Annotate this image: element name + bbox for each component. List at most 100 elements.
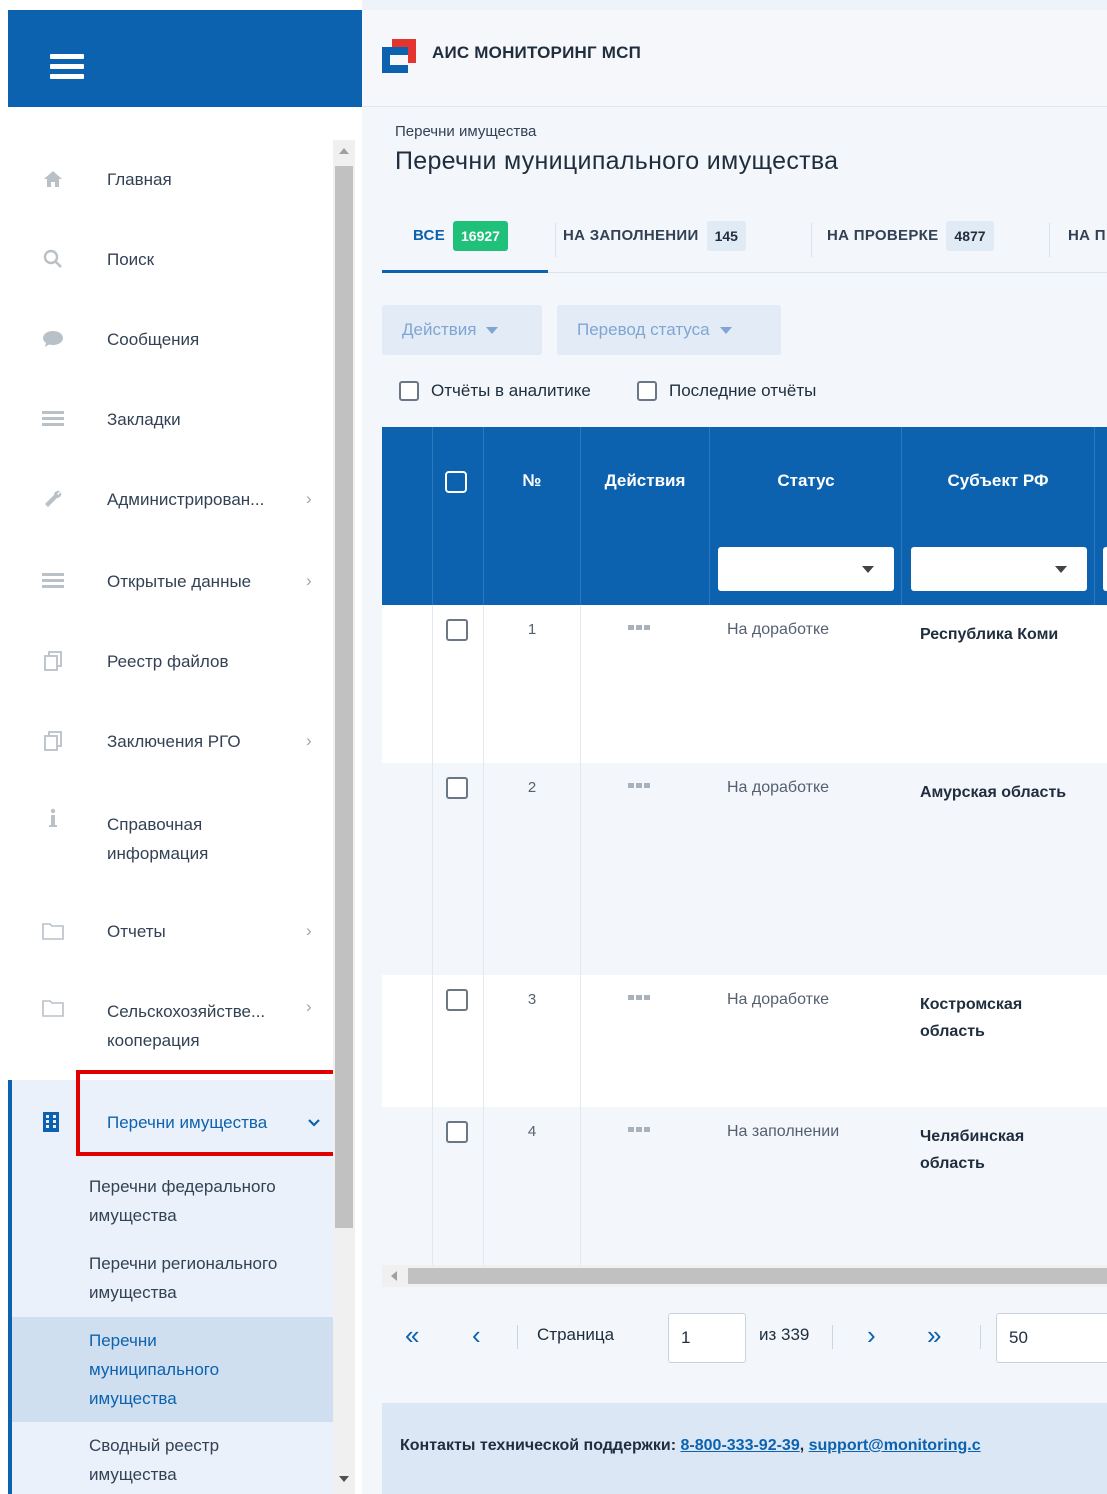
- row-checkbox[interactable]: [446, 619, 468, 641]
- tab-count-badge: 16927: [453, 221, 508, 251]
- tab-divider: [555, 223, 556, 257]
- table-row[interactable]: 3 На доработке Костромская область: [382, 975, 1107, 1107]
- folder-icon: [42, 920, 64, 942]
- row-checkbox[interactable]: [446, 777, 468, 799]
- sidebar-subitem-municipal[interactable]: Перечни муниципального имущества: [8, 1317, 333, 1422]
- next-page-icon[interactable]: ›: [867, 1315, 876, 1355]
- main-area: АИС МОНИТОРИНГ МСП Перечни имущества Пер…: [362, 0, 1107, 1494]
- subject-filter-select[interactable]: [911, 547, 1087, 591]
- more-actions-icon[interactable]: [628, 625, 652, 633]
- table-row[interactable]: 4 На заполнении Челябинская область: [382, 1107, 1107, 1267]
- tab-label: НА ПРОВЕРКЕ: [827, 227, 939, 244]
- checkbox[interactable]: [637, 381, 657, 401]
- actions-dropdown[interactable]: Действия: [382, 305, 542, 355]
- tab-review[interactable]: НА ПРОВЕРКЕ 4877: [827, 217, 994, 273]
- list-icon: [42, 408, 64, 430]
- tab-count-badge: 145: [706, 221, 746, 251]
- column-divider: [709, 427, 710, 605]
- last-reports-checkbox[interactable]: Последние отчёты: [637, 381, 816, 401]
- page-label: Страница: [537, 1325, 615, 1344]
- caret-down-icon: [1055, 566, 1067, 573]
- first-page-icon[interactable]: «: [405, 1315, 419, 1355]
- tab-all[interactable]: ВСЕ 16927: [382, 217, 548, 273]
- sidebar-item-search[interactable]: Поиск: [8, 231, 333, 287]
- scrollbar-thumb[interactable]: [335, 166, 353, 1228]
- support-email-link[interactable]: support@monitoring.c: [809, 1437, 981, 1454]
- row-status: На доработке: [727, 779, 830, 796]
- checkbox[interactable]: [399, 381, 419, 401]
- scrollbar-thumb[interactable]: [408, 1268, 1107, 1284]
- sidebar-item-agri-cooperation[interactable]: Сельскохозяйстве... кооперация ›: [8, 983, 333, 1067]
- search-icon: [42, 248, 64, 270]
- row-checkbox[interactable]: [446, 1121, 468, 1143]
- sidebar-subitem-label: Сводный реестр имущества: [89, 1436, 220, 1484]
- support-phone-link[interactable]: 8-800-333-92-39: [681, 1437, 800, 1454]
- menu-icon[interactable]: [50, 54, 84, 80]
- more-actions-icon[interactable]: [628, 1127, 652, 1135]
- last-page-icon[interactable]: »: [927, 1315, 941, 1355]
- table-horizontal-scrollbar[interactable]: [382, 1265, 1107, 1287]
- sidebar-item-rgo-conclusions[interactable]: Заключения РГО ›: [8, 713, 333, 769]
- chat-icon: [42, 328, 64, 350]
- column-header-num[interactable]: №: [484, 471, 580, 491]
- row-checkbox[interactable]: [446, 989, 468, 1011]
- more-actions-icon[interactable]: [628, 995, 652, 1003]
- pager-divider: [517, 1325, 518, 1349]
- prev-page-icon[interactable]: ‹: [472, 1315, 481, 1355]
- breadcrumb[interactable]: Перечни имущества: [395, 123, 536, 140]
- chevron-right-icon: ›: [306, 489, 312, 508]
- sidebar-subitem-consolidated[interactable]: Сводный реестр имущества: [8, 1422, 333, 1494]
- more-actions-icon[interactable]: [628, 783, 652, 791]
- sidebar-item-label: Сельскохозяйстве...: [107, 1002, 266, 1021]
- info-icon: [42, 807, 64, 829]
- sidebar-item-label: Реестр файлов: [107, 651, 229, 671]
- column-divider: [483, 427, 484, 605]
- page-size-select[interactable]: 50: [996, 1313, 1107, 1363]
- select-all-checkbox[interactable]: [445, 471, 467, 493]
- tab-next[interactable]: НА П: [1068, 217, 1106, 273]
- tab-label: ВСЕ: [413, 227, 445, 244]
- tab-divider: [811, 223, 812, 257]
- sidebar-scrollbar[interactable]: [333, 140, 355, 1494]
- row-number: 4: [527, 1123, 537, 1140]
- row-number: 2: [527, 779, 537, 796]
- top-bar: АИС МОНИТОРИНГ МСП: [362, 10, 1107, 107]
- sidebar-item-reports[interactable]: Отчеты ›: [8, 903, 333, 959]
- chevron-right-icon: ›: [306, 921, 312, 940]
- sidebar-item-messages[interactable]: Сообщения: [8, 311, 333, 367]
- status-transfer-dropdown[interactable]: Перевод статуса: [557, 305, 781, 355]
- folder-icon: [42, 997, 64, 1019]
- chevron-right-icon: ›: [306, 571, 312, 590]
- table-row[interactable]: 1 На доработке Республика Коми: [382, 605, 1107, 763]
- column-header-actions[interactable]: Действия: [581, 471, 709, 491]
- sidebar-subitem-regional[interactable]: Перечни регионального имущества: [8, 1241, 333, 1317]
- sidebar-item-reference-info[interactable]: Справочная информация: [8, 803, 333, 873]
- sidebar-item-bookmarks[interactable]: Закладки: [8, 391, 333, 447]
- row-number: 1: [527, 621, 537, 638]
- status-filter-select[interactable]: [718, 547, 894, 591]
- sidebar-item-home[interactable]: Главная: [8, 151, 333, 207]
- home-icon: [42, 168, 64, 190]
- column-divider: [432, 427, 433, 605]
- sidebar-item-file-registry[interactable]: Реестр файлов: [8, 633, 333, 689]
- sidebar-item-label: Открытые данные: [107, 571, 252, 591]
- caret-down-icon: [486, 326, 499, 334]
- column-header-status[interactable]: Статус: [710, 471, 902, 491]
- column-header-subject[interactable]: Субъект РФ: [902, 471, 1094, 491]
- row-status: На доработке: [727, 991, 830, 1008]
- next-filter-select[interactable]: [1103, 547, 1107, 591]
- table-row[interactable]: 2 На доработке Амурская область: [382, 763, 1107, 975]
- sidebar: Главная Поиск Сообщения Закладки Админис…: [0, 0, 362, 1494]
- tab-count-badge: 4877: [946, 221, 994, 251]
- scroll-up-icon[interactable]: [339, 148, 349, 154]
- analytics-reports-checkbox[interactable]: Отчёты в аналитике: [399, 381, 591, 401]
- page-number-input[interactable]: 1: [668, 1313, 746, 1363]
- sidebar-subitem-federal[interactable]: Перечни федерального имущества: [8, 1164, 333, 1241]
- tab-divider: [1049, 223, 1050, 257]
- sidebar-item-administration[interactable]: Администрирован... ›: [8, 471, 333, 527]
- tab-filling[interactable]: НА ЗАПОЛНЕНИИ 145: [563, 217, 746, 273]
- sidebar-item-open-data[interactable]: Открытые данные ›: [8, 553, 333, 609]
- scroll-left-icon[interactable]: [391, 1271, 397, 1281]
- separator: ,: [799, 1437, 809, 1454]
- scroll-down-icon[interactable]: [339, 1476, 349, 1482]
